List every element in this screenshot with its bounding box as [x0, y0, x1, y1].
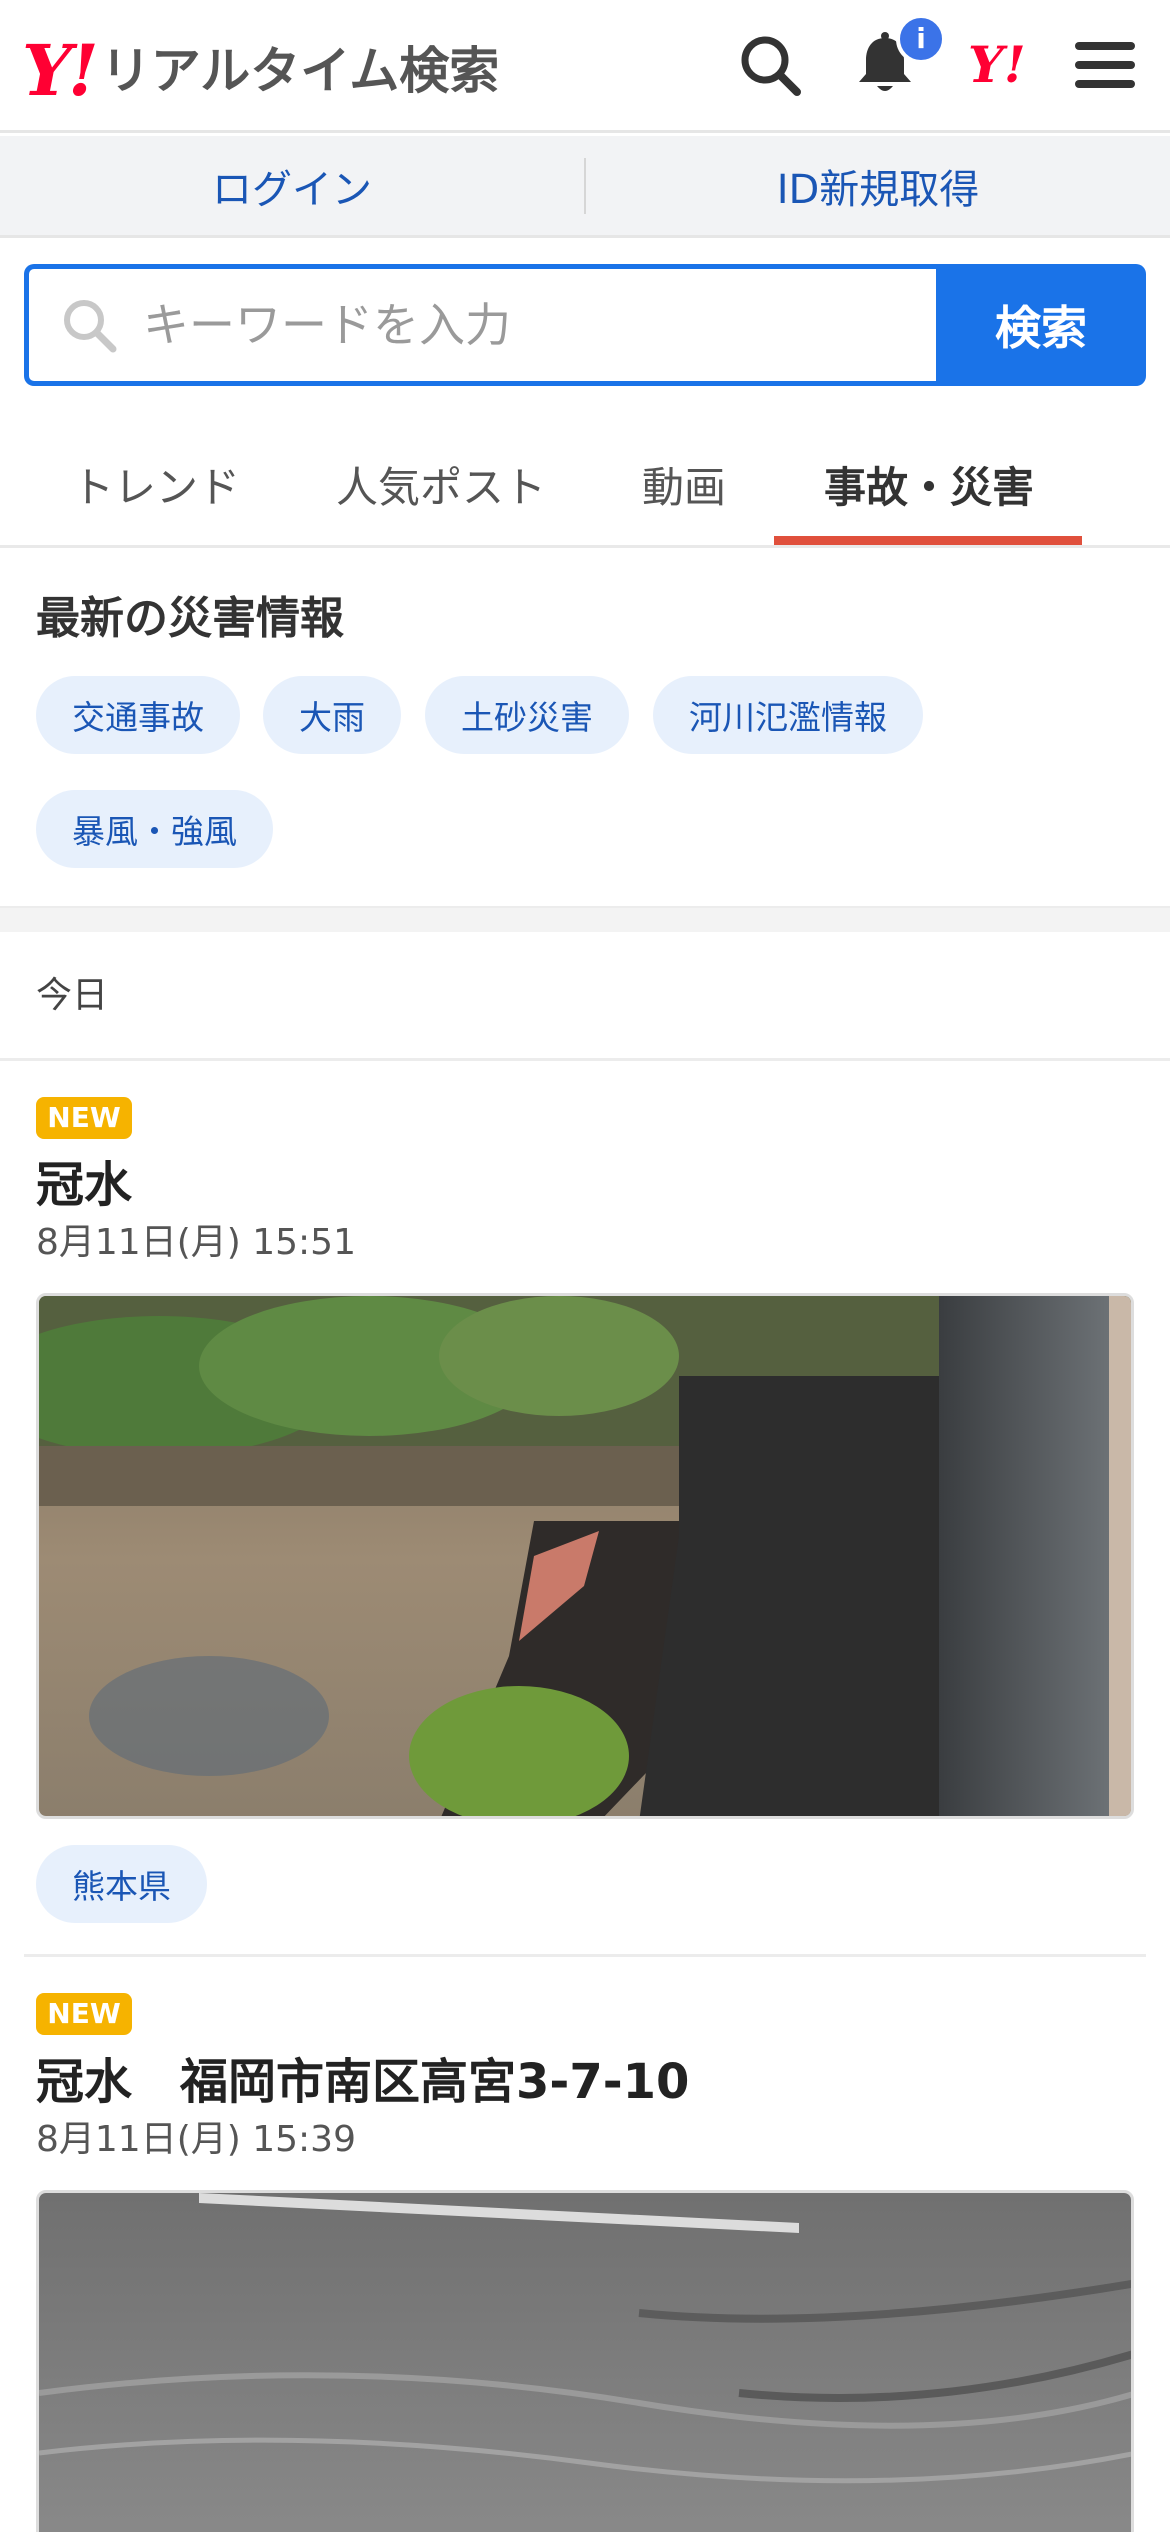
yahoo-home-icon[interactable]: Y!: [968, 40, 1038, 110]
tab-video[interactable]: 動画: [642, 420, 726, 548]
chip-traffic-accident[interactable]: 交通事故: [36, 676, 240, 754]
search-icon[interactable]: [735, 30, 805, 100]
tab-accident-disaster[interactable]: 事故・災害: [824, 420, 1034, 548]
divider: [24, 1954, 1146, 1957]
tab-trend[interactable]: トレンド: [72, 420, 240, 548]
disaster-section-title: 最新の災害情報: [36, 593, 344, 644]
search-input[interactable]: [143, 298, 843, 352]
search-field: [24, 264, 936, 386]
post-timestamp: 8月11日(月) 15:39: [36, 2119, 356, 2160]
account-bar: ログイン ID新規取得: [0, 136, 1170, 238]
chip-river-flood[interactable]: 河川氾濫情報: [653, 676, 923, 754]
login-link[interactable]: ログイン: [0, 136, 584, 235]
search-form: 検索: [24, 264, 1146, 386]
flood-photo-1: [39, 1296, 1131, 1816]
post-timestamp: 8月11日(月) 15:51: [36, 1222, 356, 1263]
category-tabs: トレンド 人気ポスト 動画 事故・災害: [0, 420, 1170, 548]
post-title[interactable]: 冠水: [36, 1145, 132, 1215]
post-image[interactable]: [36, 1293, 1134, 1819]
menu-icon[interactable]: [1070, 30, 1140, 100]
flood-photo-2: [39, 2193, 1131, 2532]
search-field-icon: [64, 300, 117, 353]
chip-landslide[interactable]: 土砂災害: [425, 676, 629, 754]
chip-heavy-rain[interactable]: 大雨: [263, 676, 401, 754]
divider: [0, 1058, 1170, 1061]
yahoo-realtime-logo[interactable]: Y! リアルタイム検索: [22, 36, 499, 106]
section-separator: [0, 906, 1170, 932]
new-badge: NEW: [36, 1097, 132, 1139]
location-tag[interactable]: 熊本県: [36, 1845, 207, 1923]
logo-mark: Y!: [22, 29, 99, 112]
app-header: Y! リアルタイム検索 i Y!: [0, 0, 1170, 133]
search-button[interactable]: 検索: [936, 264, 1146, 386]
app-title: リアルタイム検索: [100, 42, 500, 100]
post-title[interactable]: 冠水 福岡市南区高宮3-7-10: [36, 2042, 689, 2112]
post-image[interactable]: [36, 2190, 1134, 2532]
date-section-label: 今日: [36, 975, 109, 1016]
chip-storm-wind[interactable]: 暴風・強風: [36, 790, 273, 868]
register-link[interactable]: ID新規取得: [586, 136, 1170, 235]
active-tab-indicator: [774, 536, 1082, 545]
notification-badge: i: [896, 14, 946, 64]
tab-popular-posts[interactable]: 人気ポスト: [336, 420, 546, 548]
new-badge: NEW: [36, 1993, 132, 2035]
